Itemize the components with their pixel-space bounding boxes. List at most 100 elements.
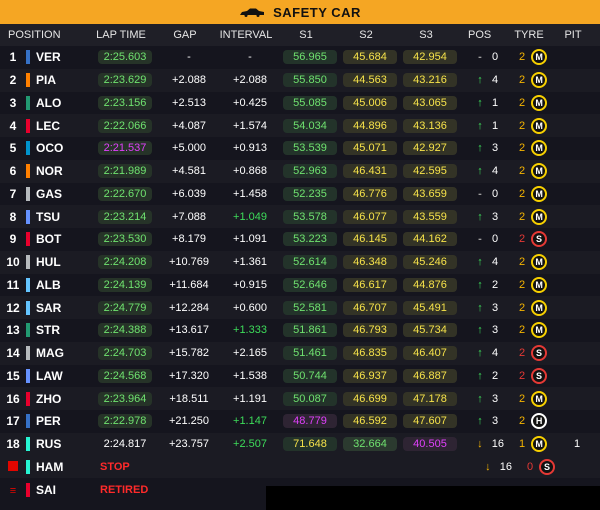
table-row[interactable]: 8 TSU 2:23.214 +7.088 +1.049 53.578 46.077 43.5…	[0, 205, 600, 228]
table-row[interactable]: 16 ZHO 2:23.964 +18.511 +1.191 50.087 46.699 47…	[0, 387, 600, 410]
s3-time: 47.607	[403, 414, 457, 429]
s2-time: 46.707	[343, 300, 397, 315]
header-pos: POS	[468, 29, 492, 41]
driver-code: LEC	[36, 118, 60, 133]
tyre-cell: 1M	[504, 436, 562, 453]
hard-tyre-icon: H	[531, 413, 548, 430]
timing-table: POSITION LAP TIME GAP INTERVAL S1 S2 S3 …	[0, 24, 600, 501]
tyre-laps: 2	[518, 119, 526, 132]
team-color-bar	[26, 232, 30, 247]
table-row[interactable]: 15 LAW 2:24.568 +17.320 +1.538 50.744 46.937 46…	[0, 365, 600, 388]
s1-time: 48.779	[283, 414, 337, 429]
s3-cell: 43.216	[400, 73, 460, 88]
s2-cell: 46.835	[340, 346, 400, 361]
position-change: ↑ 4	[460, 165, 504, 177]
position-change: ↑ 3	[460, 393, 504, 405]
position-change: ↑ 3	[460, 302, 504, 314]
table-row[interactable]: 2 PIA 2:23.629 +2.088 +2.088 55.850 44.563 43.2…	[0, 68, 600, 92]
lap-time: 2:22.978	[98, 414, 152, 429]
s1-time: 55.850	[283, 73, 337, 88]
medium-tyre-icon: M	[531, 276, 548, 293]
s2-cell: 46.145	[340, 232, 400, 247]
s1-time: 52.235	[283, 186, 337, 201]
lap-time-cell: 2:24.139	[92, 277, 158, 292]
s2-cell: 46.077	[340, 209, 400, 224]
s1-cell: 54.034	[280, 118, 340, 133]
medium-tyre-icon: M	[531, 185, 548, 202]
lap-time-cell: 2:22.978	[92, 414, 158, 429]
lap-time-cell: 2:24.779	[92, 300, 158, 315]
lap-time: 2:23.156	[98, 95, 152, 110]
position-number: 1	[9, 50, 17, 65]
table-row[interactable]: 1 VER 2:25.603- -56.965 45.684 42.954-0 2 M	[0, 46, 600, 69]
table-row[interactable]: 5 OCO 2:21.537 +5.000 +0.913 53.539 45.071 42.9…	[0, 137, 600, 160]
medium-tyre-icon: M	[531, 436, 548, 453]
table-row[interactable]: 4 LEC 2:22.066 +4.087 +1.574 54.034 44.896 43.1…	[0, 114, 600, 137]
position-number: 9	[9, 232, 17, 247]
s3-time: 43.559	[403, 209, 457, 224]
tyre-laps: 2	[518, 278, 526, 291]
position-number: 16	[6, 391, 20, 406]
interval-value: +0.913	[233, 142, 267, 155]
driver-code: SAR	[36, 300, 62, 315]
driver-code: SAI	[36, 482, 57, 497]
position-change-count: 2	[492, 278, 499, 291]
team-color-bar	[26, 300, 30, 315]
driver-code: VER	[36, 50, 61, 65]
s2-time: 46.431	[343, 164, 397, 179]
tyre-laps: 2	[518, 96, 526, 109]
gap-value: +2.088	[172, 74, 206, 87]
lap-time-cell: 2:23.156	[92, 95, 158, 110]
table-row[interactable]: 7 GAS 2:22.670 +6.039 +1.458 52.235 46.776 43.6…	[0, 183, 600, 206]
table-row[interactable]: 17 PER 2:22.978 +21.250 +1.147 48.779 46.592 47…	[0, 410, 600, 433]
interval-value: +0.600	[233, 301, 267, 314]
interval-value: +1.361	[233, 256, 267, 269]
table-row[interactable]: 12 SAR 2:24.779 +12.284 +0.600 52.581 46.707 45…	[0, 296, 600, 319]
s1-cell: 52.235	[280, 186, 340, 201]
table-row[interactable]: 9 BOT 2:23.530 +8.179 +1.091 53.223 46.145 44.1…	[0, 228, 600, 251]
position-change: ↑ 4	[460, 256, 504, 268]
tyre-cell: 2M	[504, 72, 562, 89]
s1-time: 53.539	[283, 141, 337, 156]
s1-time: 52.581	[283, 300, 337, 315]
lap-time-cell: 2:24.703	[92, 346, 158, 361]
lap-time-cell: 2:23.214	[92, 209, 158, 224]
menu-glyph: ≡	[9, 484, 17, 497]
s3-cell: 42.954	[400, 50, 460, 65]
s3-cell: 42.927	[400, 141, 460, 156]
table-row[interactable]: HAM STOP ↓ 16 0 S	[0, 455, 600, 479]
header-s3: S3	[419, 29, 433, 41]
position-change: ↑ 2	[460, 279, 504, 291]
table-row[interactable]: 6 NOR 2:21.989 +4.581 +0.868 52.963 46.431 42.5…	[0, 159, 600, 183]
s1-time: 51.461	[283, 346, 337, 361]
s2-time: 46.145	[343, 232, 397, 247]
table-row[interactable]: 3 ALO 2:23.156 +2.513 +0.425 55.085 45.006 43.0…	[0, 92, 600, 115]
table-row[interactable]: 10 HUL 2:24.208 +10.769 +1.361 52.614 46.348 45…	[0, 250, 600, 274]
s1-cell: 52.581	[280, 300, 340, 315]
tyre-laps: 1	[518, 438, 526, 451]
interval-value: +2.507	[233, 438, 267, 451]
table-row[interactable]: 11 ALB 2:24.139 +11.684 +0.915 52.646 46.617 44…	[0, 274, 600, 297]
driver-code: NOR	[36, 164, 63, 179]
gap-value: +11.684	[169, 278, 209, 291]
driver-code: ALB	[36, 277, 61, 292]
tyre-laps: 2	[518, 142, 526, 155]
s2-cell: 46.937	[340, 368, 400, 383]
s2-cell: 32.664	[340, 437, 400, 452]
position-number: 8	[9, 209, 17, 224]
s2-cell: 46.617	[340, 277, 400, 292]
lap-time: 2:24.703	[98, 346, 152, 361]
tyre-cell: 2M	[504, 208, 562, 225]
table-row[interactable]: 13 STR 2:24.388 +13.617 +1.333 51.861 46.793 45…	[0, 319, 600, 342]
table-row[interactable]: 14 MAG 2:24.703 +15.782 +2.165 51.461 46.835 46…	[0, 341, 600, 365]
table-row[interactable]: 18 RUS 2:24.817 +23.757 +2.507 71.648 32.664 40…	[0, 432, 600, 456]
team-color-bar	[26, 255, 30, 270]
header-s1: S1	[299, 29, 313, 41]
gap-value: +18.511	[169, 392, 209, 405]
position-change: ↑ 3	[460, 415, 504, 427]
s3-cell: 47.178	[400, 391, 460, 406]
s1-cell: 52.963	[280, 164, 340, 179]
tyre-cell: 2S	[504, 345, 562, 362]
s3-time: 42.954	[403, 50, 457, 65]
arrow-up-icon: ↑	[477, 165, 483, 178]
